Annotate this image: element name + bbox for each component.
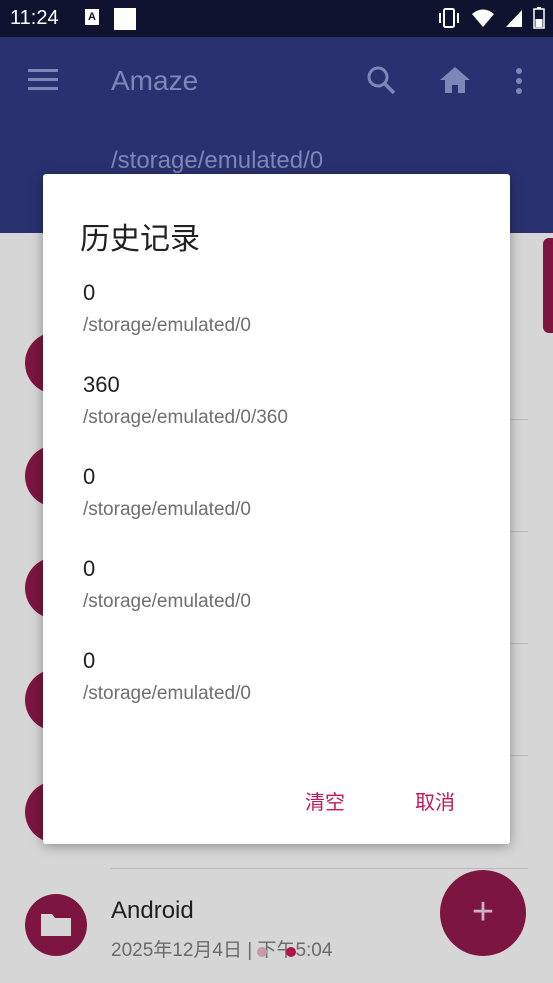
history-item[interactable]: 0 /storage/emulated/0 [83, 555, 251, 615]
list-item-name[interactable]: Android [111, 897, 194, 925]
history-item[interactable]: 360 /storage/emulated/0/360 [83, 371, 288, 431]
add-fab-button[interactable]: + [440, 870, 526, 956]
history-item-name: 0 [83, 556, 96, 581]
menu-icon[interactable] [28, 69, 58, 91]
battery-icon [533, 7, 545, 29]
wifi-icon [472, 9, 494, 27]
history-item-name: 360 [83, 372, 120, 397]
page-dot-active [286, 947, 296, 957]
signal-icon [506, 10, 522, 27]
folder-icon[interactable] [25, 894, 87, 956]
current-path: /storage/emulated/0 [111, 147, 324, 174]
status-time: 11:24 [10, 7, 59, 29]
page-dot [257, 947, 267, 957]
history-item-name: 0 [83, 464, 96, 489]
cancel-button[interactable]: 取消 [405, 780, 465, 821]
folder-glyph-icon [41, 914, 71, 936]
history-item-name: 0 [83, 648, 96, 673]
history-item[interactable]: 0 /storage/emulated/0 [83, 647, 251, 707]
history-item[interactable]: 0 /storage/emulated/0 [83, 279, 251, 339]
white-square-icon [114, 8, 136, 30]
divider [110, 868, 528, 869]
search-icon[interactable] [366, 65, 396, 95]
scroll-tab[interactable] [543, 238, 553, 333]
history-item-path: /storage/emulated/0 [83, 499, 251, 520]
list-item-date: 2025年12月4日 | 下午5:04 [111, 940, 333, 961]
history-item-name: 0 [83, 280, 96, 305]
vibrate-icon [439, 8, 459, 28]
dialog-title: 历史记录 [80, 223, 200, 256]
status-bar: 11:24 A [0, 0, 553, 37]
history-item-path: /storage/emulated/0 [83, 315, 251, 336]
history-item-path: /storage/emulated/0 [83, 591, 251, 612]
status-icons [437, 7, 545, 29]
a-notification-icon: A [85, 9, 99, 25]
history-item-path: /storage/emulated/0 [83, 683, 251, 704]
app-title: Amaze [111, 65, 199, 96]
home-icon[interactable] [438, 65, 472, 95]
history-item-path: /storage/emulated/0/360 [83, 407, 288, 428]
history-item[interactable]: 0 /storage/emulated/0 [83, 463, 251, 523]
history-dialog: 历史记录 0 /storage/emulated/0 360 /storage/… [43, 174, 510, 844]
more-vert-icon[interactable] [514, 67, 524, 95]
clear-button[interactable]: 清空 [295, 780, 355, 821]
